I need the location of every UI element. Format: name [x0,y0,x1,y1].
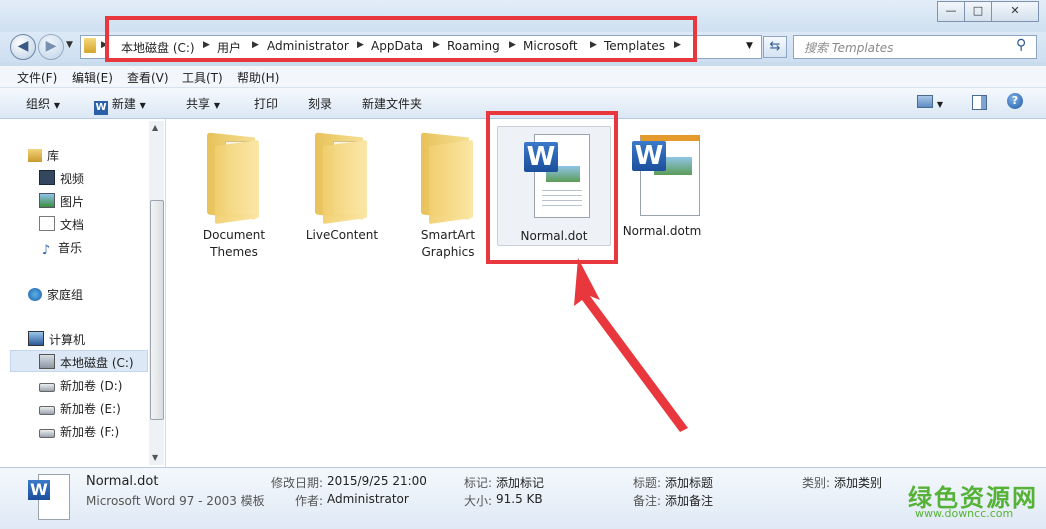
nav-music[interactable]: ♪ 音乐 [39,239,82,257]
video-icon [39,170,55,185]
file-normal-dotm[interactable]: W Normal.dotm [610,123,714,240]
address-history-dropdown[interactable]: ▼ [746,41,753,51]
computer-icon [28,331,44,346]
file-label: Normal.dotm [622,224,702,238]
folder-livecontent[interactable]: LiveContent [290,123,394,244]
folder-smartart-graphics[interactable]: SmartArt Graphics [396,123,500,261]
watermark-url: www.downcc.com [915,507,1014,520]
nav-pictures[interactable]: 图片 [39,193,84,210]
scroll-down-icon[interactable]: ▼ [152,453,158,462]
refresh-icon: ⇆ [769,39,781,54]
view-options-button[interactable]: ▼ [917,95,943,110]
drive-icon [39,429,55,438]
nav-drive-c[interactable]: 本地磁盘 (C:) [39,354,134,371]
chevron-down-icon: ▼ [213,101,220,110]
address-highlight-box [105,16,697,62]
nav-library[interactable]: 库 [28,147,59,164]
help-button[interactable]: ? [1007,93,1023,109]
folder-icon [311,129,373,225]
system-drive-icon [39,354,55,369]
search-icon[interactable]: ⚲ [1016,37,1026,53]
annotation-arrow [574,258,688,432]
back-arrow-icon: ◀ [17,38,29,54]
chevron-down-icon: ▼ [936,100,943,109]
share-button[interactable]: 共享 ▼ [186,95,220,112]
minimize-button[interactable]: — [937,1,965,22]
preview-pane-button[interactable] [972,95,987,113]
details-tags-value[interactable]: 添加标记 [496,474,544,491]
nav-drive-e[interactable]: 新加卷 (E:) [39,400,121,417]
details-title-value[interactable]: 添加标题 [665,474,713,491]
refresh-button[interactable]: ⇆ [763,36,787,58]
file-highlight-box [486,111,618,264]
menu-view[interactable]: 查看(V) [127,69,169,86]
print-button[interactable]: 打印 [254,95,278,112]
folder-label: Graphics [421,245,475,259]
word-icon: W [94,101,108,115]
details-modified-value: 2015/9/25 21:00 [327,474,427,488]
new-folder-button[interactable]: 新建文件夹 [362,95,422,112]
details-author-label: 作者: [295,494,324,508]
new-button[interactable]: W 新建 ▼ [94,95,146,115]
music-icon: ♪ [41,243,51,258]
search-box[interactable]: 搜索 Templates ⚲ [793,35,1037,59]
details-modified-label: 修改日期: [271,476,324,490]
picture-icon [39,193,55,208]
search-placeholder: 搜索 Templates [804,41,894,55]
folder-label: LiveContent [305,228,379,242]
forward-arrow-icon: ▶ [45,38,57,54]
forward-button[interactable]: ▶ [38,34,64,60]
nav-videos[interactable]: 视频 [39,170,84,187]
scroll-up-icon[interactable]: ▲ [152,123,158,132]
close-button[interactable]: ✕ [991,1,1039,22]
details-file-name: Normal.dot [86,474,159,489]
burn-button[interactable]: 刻录 [308,95,332,112]
menu-edit[interactable]: 编辑(E) [72,69,113,86]
nav-documents[interactable]: 文档 [39,216,84,233]
document-icon [39,216,55,231]
library-icon [28,149,42,162]
nav-drive-d[interactable]: 新加卷 (D:) [39,377,122,394]
details-category-label: 类别: [802,476,831,490]
details-comments-value[interactable]: 添加备注 [665,492,713,509]
menu-help[interactable]: 帮助(H) [237,69,279,86]
nav-drive-f[interactable]: 新加卷 (F:) [39,423,119,440]
nav-computer[interactable]: 计算机 [28,331,85,348]
folder-label: Document [202,228,266,242]
menu-file[interactable]: 文件(F) [17,69,57,86]
menu-bar: 文件(F) 编辑(E) 查看(V) 工具(T) 帮助(H) [0,66,1046,88]
details-size-value: 91.5 KB [496,492,543,506]
drive-icon [39,383,55,392]
folder-icon [417,129,479,225]
folder-label: SmartArt [420,228,476,242]
menu-tools[interactable]: 工具(T) [182,69,223,86]
scrollbar-thumb[interactable] [150,200,164,420]
help-icon: ? [1007,93,1023,109]
details-size-label: 大小: [464,494,493,508]
details-tags-label: 标记: [464,476,493,490]
preview-pane-icon [972,95,987,110]
view-icon [917,95,933,108]
back-button[interactable]: ◀ [10,34,36,60]
folder-icon [84,38,96,53]
details-file-type: Microsoft Word 97 - 2003 模板 [86,494,265,508]
recent-pages-dropdown[interactable]: ▼ [66,40,73,50]
word-document-icon: W [28,474,70,520]
details-author-value[interactable]: Administrator [327,492,409,506]
word-macro-template-icon: W [626,127,700,216]
homegroup-icon [28,288,42,301]
details-category-value[interactable]: 添加类别 [834,474,882,491]
chevron-down-icon: ▼ [139,101,146,110]
nav-homegroup[interactable]: 家庭组 [28,286,83,303]
drive-icon [39,406,55,415]
folder-icon [203,129,265,225]
details-title-label: 标题: [633,476,662,490]
details-comments-label: 备注: [633,494,662,508]
folder-document-themes[interactable]: Document Themes [182,123,286,261]
organize-button[interactable]: 组织 ▼ [26,95,60,112]
folder-label: Themes [210,245,258,259]
chevron-down-icon: ▼ [53,101,60,110]
maximize-button[interactable]: □ [964,1,992,22]
